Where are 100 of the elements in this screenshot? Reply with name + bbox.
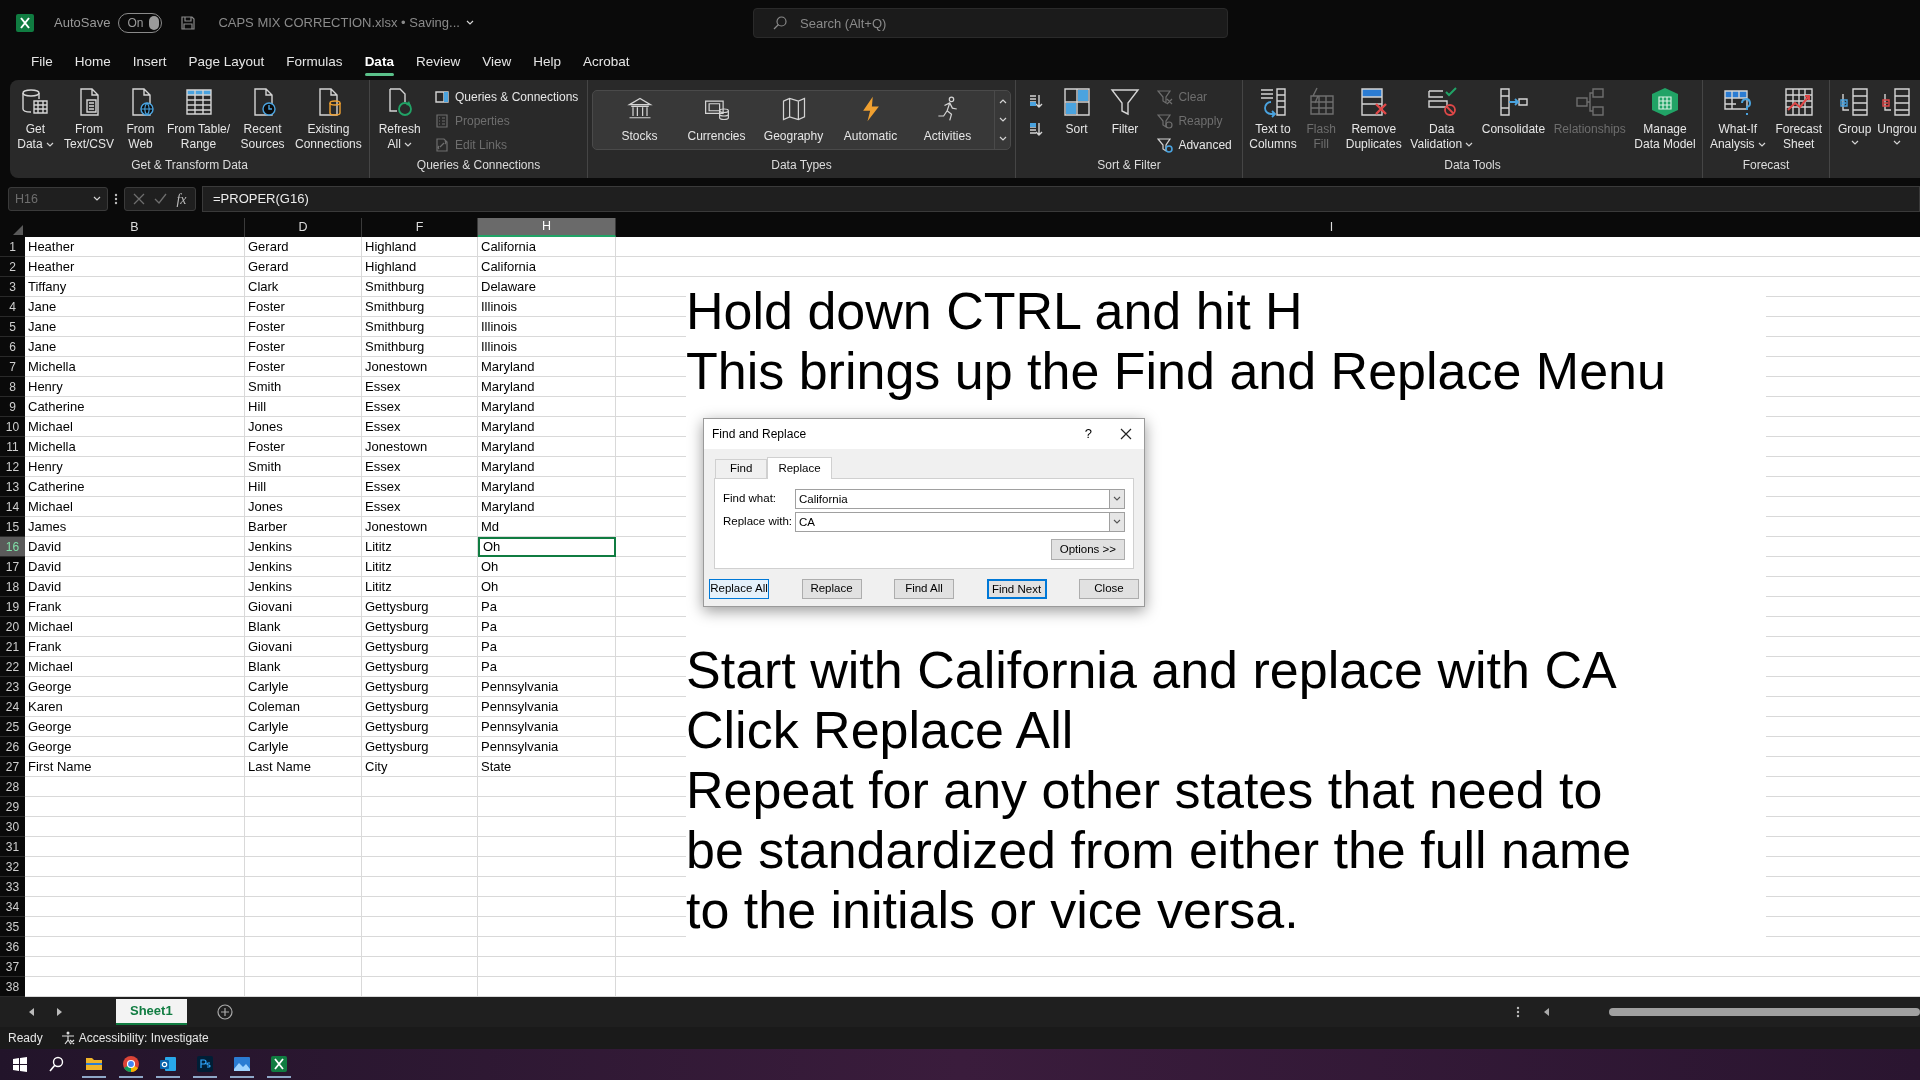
dialog-button[interactable]: Replace	[801, 579, 862, 599]
ribbon-button[interactable]: Data Validation	[1408, 84, 1476, 152]
dialog-tab[interactable]: Replace	[767, 457, 832, 479]
row-header[interactable]: 38	[0, 977, 25, 997]
ribbon-button[interactable]: Ungrou	[1875, 84, 1919, 146]
ribbon-button[interactable]: What-If Analysis	[1707, 84, 1768, 152]
row-header[interactable]: 2	[0, 257, 25, 277]
ribbon-button[interactable]: Group	[1836, 84, 1874, 146]
gallery-item[interactable]: Geography	[755, 95, 832, 145]
row-header[interactable]: 25	[0, 717, 25, 737]
row-header[interactable]: 12	[0, 457, 25, 477]
row-header[interactable]: 29	[0, 797, 25, 817]
options-button[interactable]: Options >>	[1050, 539, 1125, 560]
close-button[interactable]	[1118, 426, 1134, 442]
ribbon-button[interactable]: Remove Duplicates	[1343, 84, 1404, 152]
row-header[interactable]: 20	[0, 617, 25, 637]
row-header[interactable]: 36	[0, 937, 25, 957]
row-header[interactable]: 16	[0, 537, 25, 557]
row-header[interactable]: 7	[0, 357, 25, 377]
menu-tab[interactable]: Acrobat	[571, 46, 641, 78]
row-header[interactable]: 28	[0, 777, 25, 797]
accessibility-button[interactable]: Accessibility: Investigate	[60, 1029, 209, 1047]
row-header[interactable]: 23	[0, 677, 25, 697]
ribbon-button[interactable]: Existing Connections	[293, 84, 364, 152]
ribbon-button[interactable]: Manage Data Model	[1632, 84, 1698, 152]
row-header[interactable]: 18	[0, 577, 25, 597]
dropdown-button[interactable]	[1109, 488, 1125, 509]
row-header[interactable]: 17	[0, 557, 25, 577]
row-header[interactable]: 22	[0, 657, 25, 677]
row-header[interactable]: 30	[0, 817, 25, 837]
ribbon-button[interactable]: Refresh All	[376, 84, 423, 152]
gallery-item[interactable]: Automatic	[832, 95, 909, 145]
ribbon-button[interactable]: Consolidate	[1479, 84, 1548, 137]
gallery-item[interactable]: Stocks	[601, 95, 678, 145]
row-header[interactable]: 14	[0, 497, 25, 517]
row-header[interactable]: 21	[0, 637, 25, 657]
selected-cell[interactable]: Oh	[478, 537, 616, 557]
dialog-button[interactable]: Find Next	[986, 579, 1047, 599]
row-header[interactable]: 32	[0, 857, 25, 877]
menu-tab[interactable]: Help	[522, 46, 572, 78]
menu-tab[interactable]: Review	[404, 46, 472, 78]
menu-tab[interactable]: Data	[353, 46, 405, 78]
row-header[interactable]: 19	[0, 597, 25, 617]
ribbon-button[interactable]: From Text/CSV	[62, 84, 117, 152]
combo-field[interactable]: California	[795, 488, 1109, 509]
file-name[interactable]: CAPS MIX CORRECTION.xlsx • Saving...	[218, 13, 474, 33]
row-header[interactable]: 15	[0, 517, 25, 537]
sheet-tab[interactable]: Sheet1	[116, 999, 187, 1025]
dialog-button[interactable]: Replace All	[709, 579, 769, 599]
row-header[interactable]: 1	[0, 237, 25, 257]
row-header[interactable]: 37	[0, 957, 25, 977]
row-header[interactable]: 34	[0, 897, 25, 917]
column-header[interactable]: D	[245, 218, 362, 237]
dialog-button[interactable]: Find All	[894, 579, 954, 599]
row-header[interactable]: 8	[0, 377, 25, 397]
menu-tab[interactable]: File	[20, 46, 64, 78]
gallery-item[interactable]: Activities	[909, 95, 986, 145]
row-header[interactable]: 6	[0, 337, 25, 357]
row-header[interactable]: 24	[0, 697, 25, 717]
menu-tab[interactable]: Home	[63, 46, 122, 78]
combo-field[interactable]: CA	[795, 511, 1109, 532]
gallery-item[interactable]: Currencies	[678, 95, 755, 145]
ribbon-button[interactable]: Filter	[1107, 84, 1143, 137]
row-header[interactable]: 31	[0, 837, 25, 857]
ribbon-button[interactable]: Get Data	[15, 84, 56, 152]
ribbon-button[interactable]: Advanced	[1155, 134, 1234, 156]
row-header[interactable]: 3	[0, 277, 25, 297]
ribbon-button[interactable]: Queries & Connections	[431, 86, 581, 108]
help-button[interactable]: ?	[1084, 424, 1092, 444]
group-label: Sort & Filter	[1096, 157, 1162, 174]
row-header[interactable]: 9	[0, 397, 25, 417]
menu-tab[interactable]: Formulas	[275, 46, 354, 78]
menu-tab[interactable]: Page Layout	[177, 46, 276, 78]
insert-function-button[interactable]: fx	[176, 188, 187, 210]
row-header[interactable]: 26	[0, 737, 25, 757]
row-header[interactable]: 4	[0, 297, 25, 317]
dialog-tab[interactable]: Find	[715, 459, 768, 478]
menu-tab[interactable]: Insert	[121, 46, 178, 78]
column-header[interactable]: H	[478, 218, 616, 237]
row-header[interactable]: 13	[0, 477, 25, 497]
row-header[interactable]: 11	[0, 437, 25, 457]
ribbon-button[interactable]: From Table/ Range	[164, 84, 233, 152]
add-sheet-button[interactable]	[216, 1004, 233, 1020]
formula-field[interactable]: =PROPER(G16)	[202, 186, 1920, 212]
row-header[interactable]: 5	[0, 317, 25, 337]
dropdown-button[interactable]	[1109, 511, 1125, 532]
search-field[interactable]: Search (Alt+Q)	[753, 8, 1228, 38]
column-header[interactable]: B	[25, 218, 245, 237]
row-header[interactable]: 33	[0, 877, 25, 897]
column-header[interactable]: I	[616, 218, 1920, 237]
ribbon-button[interactable]: Recent Sources	[238, 84, 287, 152]
dialog-button[interactable]: Close	[1079, 579, 1139, 599]
ribbon-button[interactable]: Sort	[1058, 84, 1095, 137]
row-header[interactable]: 27	[0, 757, 25, 777]
ribbon-button[interactable]: From Web	[122, 84, 159, 152]
menu-tab[interactable]: View	[471, 46, 523, 78]
row-header[interactable]: 35	[0, 917, 25, 937]
ribbon-button[interactable]: Forecast Sheet	[1773, 84, 1825, 152]
row-header[interactable]: 10	[0, 417, 25, 437]
ribbon-button[interactable]: Text to Columns	[1247, 84, 1299, 152]
